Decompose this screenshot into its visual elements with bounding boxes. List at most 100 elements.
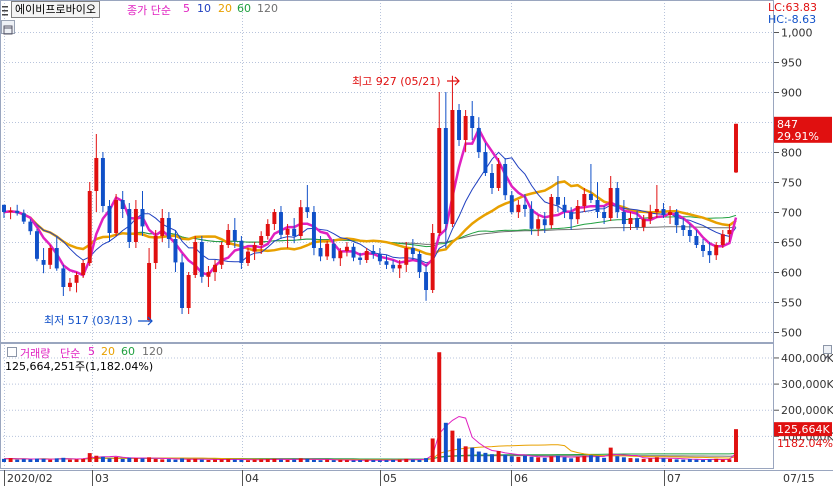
candle-body — [15, 210, 20, 214]
volume-panel-toggle-icon[interactable] — [823, 345, 832, 360]
volume-bar — [199, 459, 204, 462]
volume-bar — [470, 447, 475, 462]
volume-bar — [575, 456, 580, 462]
volume-bar — [424, 458, 429, 462]
volume-bar — [569, 458, 574, 462]
volume-bar — [648, 458, 653, 462]
candle-body — [364, 251, 369, 260]
volume-bar — [457, 438, 462, 462]
volume-bar — [272, 458, 277, 462]
vol-ma-period-20[interactable]: 20 — [101, 345, 115, 358]
candle-body — [34, 231, 39, 259]
volume-bar — [34, 458, 39, 462]
volume-bar — [555, 455, 560, 462]
volume-value-readout: 125,664,251주(1,182.04%) — [5, 360, 154, 373]
volume-panel-checkbox[interactable] — [7, 347, 17, 357]
volume-bar — [166, 459, 171, 462]
volume-bar — [8, 458, 13, 462]
ma-line-20 — [3, 180, 737, 257]
volume-tick-label: 200,000K — [781, 404, 833, 417]
volume-bar — [615, 456, 620, 462]
candle-body — [575, 206, 580, 220]
candle-body — [232, 230, 237, 241]
candle-body — [147, 263, 152, 320]
price-tick-label: 650 — [781, 237, 802, 250]
volume-bar — [48, 459, 53, 462]
ma-period-5[interactable]: 5 — [183, 2, 190, 15]
volume-bar — [186, 459, 191, 462]
candle-body — [542, 219, 547, 226]
candle-body — [628, 218, 633, 224]
volume-bar — [483, 452, 488, 462]
candle-body — [54, 248, 59, 269]
volume-bar — [437, 352, 442, 462]
volume-bar — [536, 457, 541, 462]
date-tick-label: 06 — [514, 472, 528, 485]
candle-body — [384, 261, 389, 265]
volume-bar — [153, 458, 158, 462]
ma-period-10[interactable]: 10 — [197, 2, 211, 15]
volume-bar — [694, 459, 699, 462]
candle-body — [410, 248, 415, 254]
ma-period-60[interactable]: 60 — [237, 2, 251, 15]
candle-body — [28, 221, 33, 232]
candle-body — [457, 110, 462, 140]
volume-bar — [595, 456, 600, 462]
volume-ma-line-20 — [3, 444, 737, 461]
candle-body — [278, 212, 283, 235]
candle-body — [621, 212, 626, 224]
date-tick-label: 2020/02 — [7, 472, 53, 485]
chart-canvas[interactable]: 1,0009509008508007507006506005505002020/… — [0, 0, 833, 486]
vol-ma-period-5[interactable]: 5 — [88, 345, 95, 358]
candle-body — [529, 209, 534, 229]
price-tick-label: 550 — [781, 297, 802, 310]
candle-body — [443, 128, 448, 224]
volume-bar — [707, 459, 712, 462]
candle-body — [311, 212, 316, 248]
restore-window-icon[interactable] — [1, 20, 15, 35]
candle-body — [285, 228, 290, 235]
candle-body — [100, 158, 105, 206]
volume-bar — [226, 459, 231, 462]
volume-bar — [476, 451, 481, 462]
price-tick-label: 750 — [781, 177, 802, 190]
current-change-label: 29.91% — [777, 130, 819, 143]
vol-ma-period-120[interactable]: 120 — [142, 345, 163, 358]
volume-tick-label: 300,000K — [781, 378, 833, 391]
stock-name-box[interactable]: 에이비프로바이오 — [11, 1, 100, 18]
candle-body — [252, 245, 257, 252]
candle-body — [720, 234, 725, 245]
volume-bar — [608, 447, 613, 462]
stock-chart-window: 1,0009509008508007507006506005505002020/… — [0, 0, 833, 486]
ma-period-20[interactable]: 20 — [218, 2, 232, 15]
menu-icon[interactable] — [1, 2, 9, 16]
candle-body — [450, 110, 455, 224]
volume-bar — [602, 457, 607, 462]
volume-bar — [54, 458, 59, 462]
volume-bar — [219, 459, 224, 462]
volume-bar — [160, 459, 165, 462]
ma-period-120[interactable]: 120 — [257, 2, 278, 15]
candle-body — [437, 128, 442, 233]
volume-bar — [588, 455, 593, 462]
volume-bar — [727, 459, 732, 462]
volume-bar — [661, 458, 666, 462]
date-tick-label: 07 — [667, 472, 681, 485]
candle-body — [193, 242, 198, 275]
candle-body — [166, 218, 171, 239]
volume-bar — [213, 459, 218, 462]
candle-body — [635, 218, 640, 227]
candle-body — [483, 152, 488, 173]
candle-body — [21, 213, 26, 222]
candle-body — [424, 272, 429, 290]
volume-bar — [687, 459, 692, 462]
volume-bar — [430, 438, 435, 462]
candlesticks — [2, 75, 738, 322]
volume-bar — [344, 460, 349, 462]
date-tick-label: 04 — [245, 472, 259, 485]
low-arrow-icon — [138, 316, 153, 326]
candle-body — [701, 245, 706, 251]
volume-bar — [74, 459, 79, 462]
vol-ma-period-60[interactable]: 60 — [121, 345, 135, 358]
price-moving-averages — [3, 126, 738, 277]
